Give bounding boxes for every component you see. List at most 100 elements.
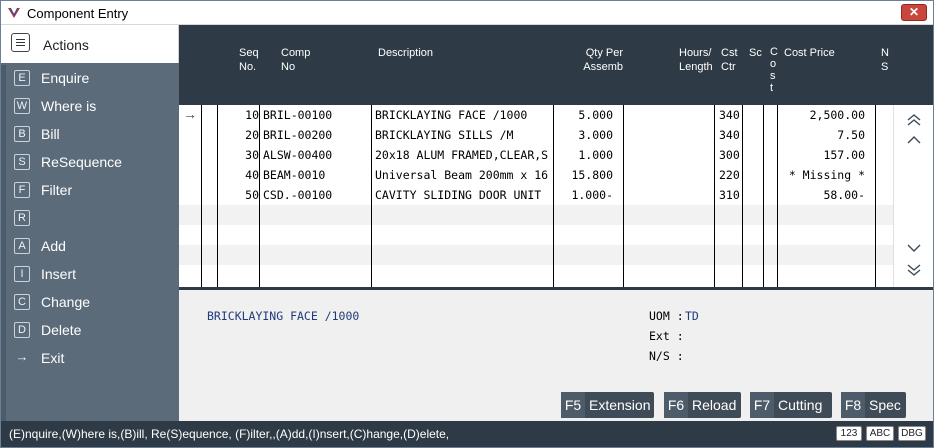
table-row[interactable] <box>179 265 893 285</box>
menu-item-exit[interactable]: → Exit <box>6 345 176 371</box>
cell-comp[interactable]: ALSW-00400 <box>263 148 332 162</box>
col-header-cost[interactable]: C o s t <box>770 46 778 94</box>
cell-comp[interactable]: BEAM-0010 <box>263 168 325 182</box>
f8-key: F8 <box>841 392 865 418</box>
grid-header: Seq No. Comp No Description Qty Per Asse… <box>179 25 933 105</box>
exit-icon: → <box>15 349 29 364</box>
key-f-icon: F <box>14 182 30 198</box>
cell-qty[interactable]: 1.000- <box>571 188 613 202</box>
menu-item-label: Add <box>41 238 66 254</box>
menu-item-r[interactable]: R <box>6 205 176 231</box>
menu-item-label: Change <box>41 294 91 310</box>
cell-comp[interactable]: BRIL-00100 <box>263 108 332 122</box>
col-header-seq[interactable]: Seq No. <box>239 46 259 74</box>
cell-desc[interactable]: CAVITY SLIDING DOOR UNIT <box>375 188 551 202</box>
menu-item-add[interactable]: A Add <box>6 233 176 259</box>
cell-desc[interactable]: BRICKLAYING SILLS /M <box>375 128 551 142</box>
cell-seq[interactable]: 20 <box>245 128 259 142</box>
col-header-comp[interactable]: Comp No <box>281 46 310 74</box>
app-logo-icon <box>8 7 20 18</box>
key-e-icon: E <box>14 70 30 86</box>
cell-cost[interactable]: 7.50 <box>837 128 865 142</box>
actions-header[interactable]: Actions <box>1 25 179 63</box>
menu-item-resequence[interactable]: S ReSequence <box>6 149 176 175</box>
menu-item-label: Where is <box>41 98 97 114</box>
grid-body: 10 BRIL-00100 BRICKLAYING FACE /1000 5.000 3… <box>179 105 893 287</box>
close-button[interactable]: ✕ <box>901 4 927 21</box>
menu-item-bill[interactable]: B Bill <box>6 121 176 147</box>
menu-item-change[interactable]: C Change <box>6 289 176 315</box>
col-header-hours[interactable]: Hours/ Length <box>679 46 713 74</box>
column-divider <box>777 105 778 287</box>
cell-desc[interactable]: 20x18 ALUM FRAMED,CLEAR,S <box>375 148 551 162</box>
menu-item-delete[interactable]: D Delete <box>6 317 176 343</box>
vertical-scrollbar[interactable] <box>893 105 933 287</box>
col-header-ns[interactable]: N S <box>881 46 889 74</box>
column-divider <box>875 105 876 287</box>
cell-seq[interactable]: 40 <box>245 168 259 182</box>
cutting-button[interactable]: F7 Cutting <box>750 392 832 418</box>
table-row[interactable]: 50 CSD.-00100 CAVITY SLIDING DOOR UNIT 1.00… <box>179 185 893 205</box>
current-row-arrow-icon: → <box>183 106 197 122</box>
numeric-indicator: 123 <box>836 426 862 441</box>
menu-item-insert[interactable]: I Insert <box>6 261 176 287</box>
cell-ctr[interactable]: 300 <box>719 148 740 162</box>
menu-item-where-is[interactable]: W Where is <box>6 93 176 119</box>
reload-label: Reload <box>692 397 737 413</box>
cell-seq[interactable]: 10 <box>245 108 259 122</box>
cutting-label: Cutting <box>778 397 823 413</box>
spec-button[interactable]: F8 Spec <box>841 392 906 418</box>
menu-item-filter[interactable]: F Filter <box>6 177 176 203</box>
col-header-qty[interactable]: Qty Per Assemb <box>583 46 623 74</box>
col-header-description[interactable]: Description <box>378 46 433 60</box>
column-divider <box>763 105 764 287</box>
cell-cost[interactable]: 157.00 <box>823 148 865 162</box>
key-d-icon: D <box>14 322 30 338</box>
scroll-up-icon[interactable] <box>906 133 922 147</box>
cell-ctr[interactable]: 340 <box>719 128 740 142</box>
column-divider <box>742 105 743 287</box>
cell-cost[interactable]: * Missing * <box>789 168 865 182</box>
f5-key: F5 <box>561 392 585 418</box>
key-c-icon: C <box>14 294 30 310</box>
column-divider <box>553 105 554 287</box>
cell-seq[interactable]: 30 <box>245 148 259 162</box>
menu-item-label: Exit <box>41 350 65 366</box>
col-header-cst-ctr[interactable]: Cst Ctr <box>721 46 738 74</box>
cell-comp[interactable]: CSD.-00100 <box>263 188 332 202</box>
cell-qty[interactable]: 15.800 <box>571 168 613 182</box>
scroll-top-icon[interactable] <box>906 113 922 127</box>
cell-comp[interactable]: BRIL-00200 <box>263 128 332 142</box>
col-header-cost-price[interactable]: Cost Price <box>784 46 835 60</box>
reload-button[interactable]: F6 Reload <box>664 392 741 418</box>
spec-label: Spec <box>869 397 901 413</box>
menu-item-label: Enquire <box>41 70 90 86</box>
debug-indicator: DBG <box>898 426 926 441</box>
cell-qty[interactable]: 1.000 <box>578 148 613 162</box>
uom-label: UOM : <box>649 309 684 323</box>
cell-cost[interactable]: 2,500.00 <box>810 108 865 122</box>
cell-ctr[interactable]: 220 <box>719 168 740 182</box>
table-row[interactable]: 20 BRIL-00200 BRICKLAYING SILLS /M 3.000 340… <box>179 125 893 145</box>
cell-ctr[interactable]: 340 <box>719 108 740 122</box>
table-row[interactable] <box>179 205 893 225</box>
scroll-down-icon[interactable] <box>906 241 922 255</box>
table-row[interactable]: 10 BRIL-00100 BRICKLAYING FACE /1000 5.000 3… <box>179 105 893 125</box>
col-header-sc[interactable]: Sc <box>749 46 762 60</box>
cell-desc[interactable]: BRICKLAYING FACE /1000 <box>375 108 551 122</box>
menu-item-enquire[interactable]: E Enquire <box>6 65 176 91</box>
component-grid: Seq No. Comp No Description Qty Per Asse… <box>179 25 933 287</box>
cell-qty[interactable]: 3.000 <box>578 128 613 142</box>
table-row[interactable] <box>179 245 893 265</box>
cell-ctr[interactable]: 310 <box>719 188 740 202</box>
cell-qty[interactable]: 5.000 <box>578 108 613 122</box>
cell-seq[interactable]: 50 <box>245 188 259 202</box>
table-row[interactable] <box>179 225 893 245</box>
cell-desc[interactable]: Universal Beam 200mm x 16 <box>375 168 551 182</box>
table-row[interactable]: 30 ALSW-00400 20x18 ALUM FRAMED,CLEAR,S 1.0… <box>179 145 893 165</box>
cell-cost[interactable]: 58.00- <box>823 188 865 202</box>
scroll-bottom-icon[interactable] <box>906 263 922 277</box>
extension-button[interactable]: F5 Extension <box>561 392 654 418</box>
menu-item-label: ReSequence <box>41 154 122 170</box>
table-row[interactable]: 40 BEAM-0010 Universal Beam 200mm x 16 15.8… <box>179 165 893 185</box>
